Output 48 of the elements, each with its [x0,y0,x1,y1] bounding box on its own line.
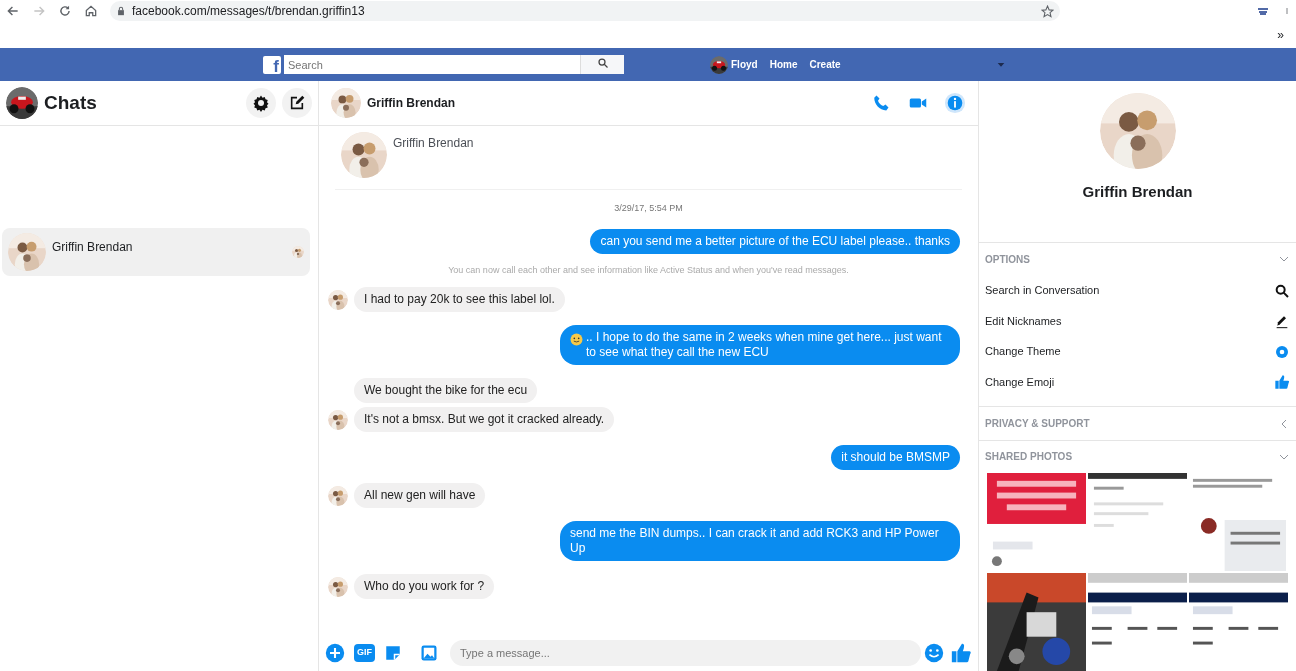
lock-icon [116,6,126,16]
received-message: I had to pay 20k to see this label lol. [354,287,565,312]
search-icon [596,56,609,69]
sticker-icon[interactable] [384,644,402,662]
star-icon[interactable] [1041,4,1054,18]
info-icon[interactable] [944,92,966,114]
profile-link[interactable]: Floyd [710,55,758,74]
back-icon[interactable] [6,4,20,18]
message-field[interactable]: Type a message... [450,640,921,666]
notice-text: You can now call each other and see information like Active Status and when you've read messages. [448,263,849,277]
image-icon[interactable] [420,644,438,662]
search-icon [1274,282,1290,299]
option-item[interactable]: Edit Nicknames [979,305,1296,337]
nav-link[interactable]: Create [809,57,841,72]
option-item[interactable]: Search in Conversation [979,275,1296,306]
search-field[interactable]: Search [284,55,580,74]
sent-message: .. I hope to do the same in 2 weeks when mine get here... just want to see what they call the new ECU [560,325,960,365]
settings-button[interactable] [246,88,276,118]
like-icon [1274,374,1290,391]
sent-message: send me the BIN dumps.. I can crack it and add RCK3 and HP Power Up [560,521,960,561]
gear-icon [252,94,270,112]
home-icon[interactable] [84,4,98,18]
received-message: We bought the bike for the ecu [354,378,538,403]
contact-name: Griffin Brendan [367,95,456,112]
reload-icon[interactable] [58,4,72,18]
nav-link[interactable]: Home [769,57,798,72]
conversation-item[interactable]: Griffin Brendan [2,228,310,276]
received-message: All new gen will have [354,483,486,508]
phone-icon[interactable] [872,94,890,112]
bookmarks-overflow[interactable]: » [1277,26,1284,44]
received-message: Who do you work for ? [354,574,495,599]
received-message: It's not a bmsx. But we got it cracked already. [354,407,615,432]
sent-message: can you send me a better picture of the ECU label please.. thanks [590,228,960,254]
logo[interactable]: f [263,55,281,74]
theme-icon [1274,343,1290,360]
add-icon[interactable] [325,643,345,663]
compose-icon [289,95,305,111]
profile-name[interactable]: Griffin Brendan [393,134,474,183]
panel-title: Chats [44,90,98,115]
emoji-icon[interactable] [924,643,944,663]
option-item[interactable]: Change Theme [979,336,1296,367]
sent-message: it should be BMSMP [831,445,960,470]
search-button[interactable] [580,55,624,74]
option-item[interactable]: Change Emoji [979,366,1296,398]
like-icon[interactable] [950,642,972,664]
timestamp: 3/29/17, 5:54 PM [614,202,683,215]
contact-name: Griffin Brendan [1082,182,1193,202]
compose-button[interactable] [282,88,312,118]
